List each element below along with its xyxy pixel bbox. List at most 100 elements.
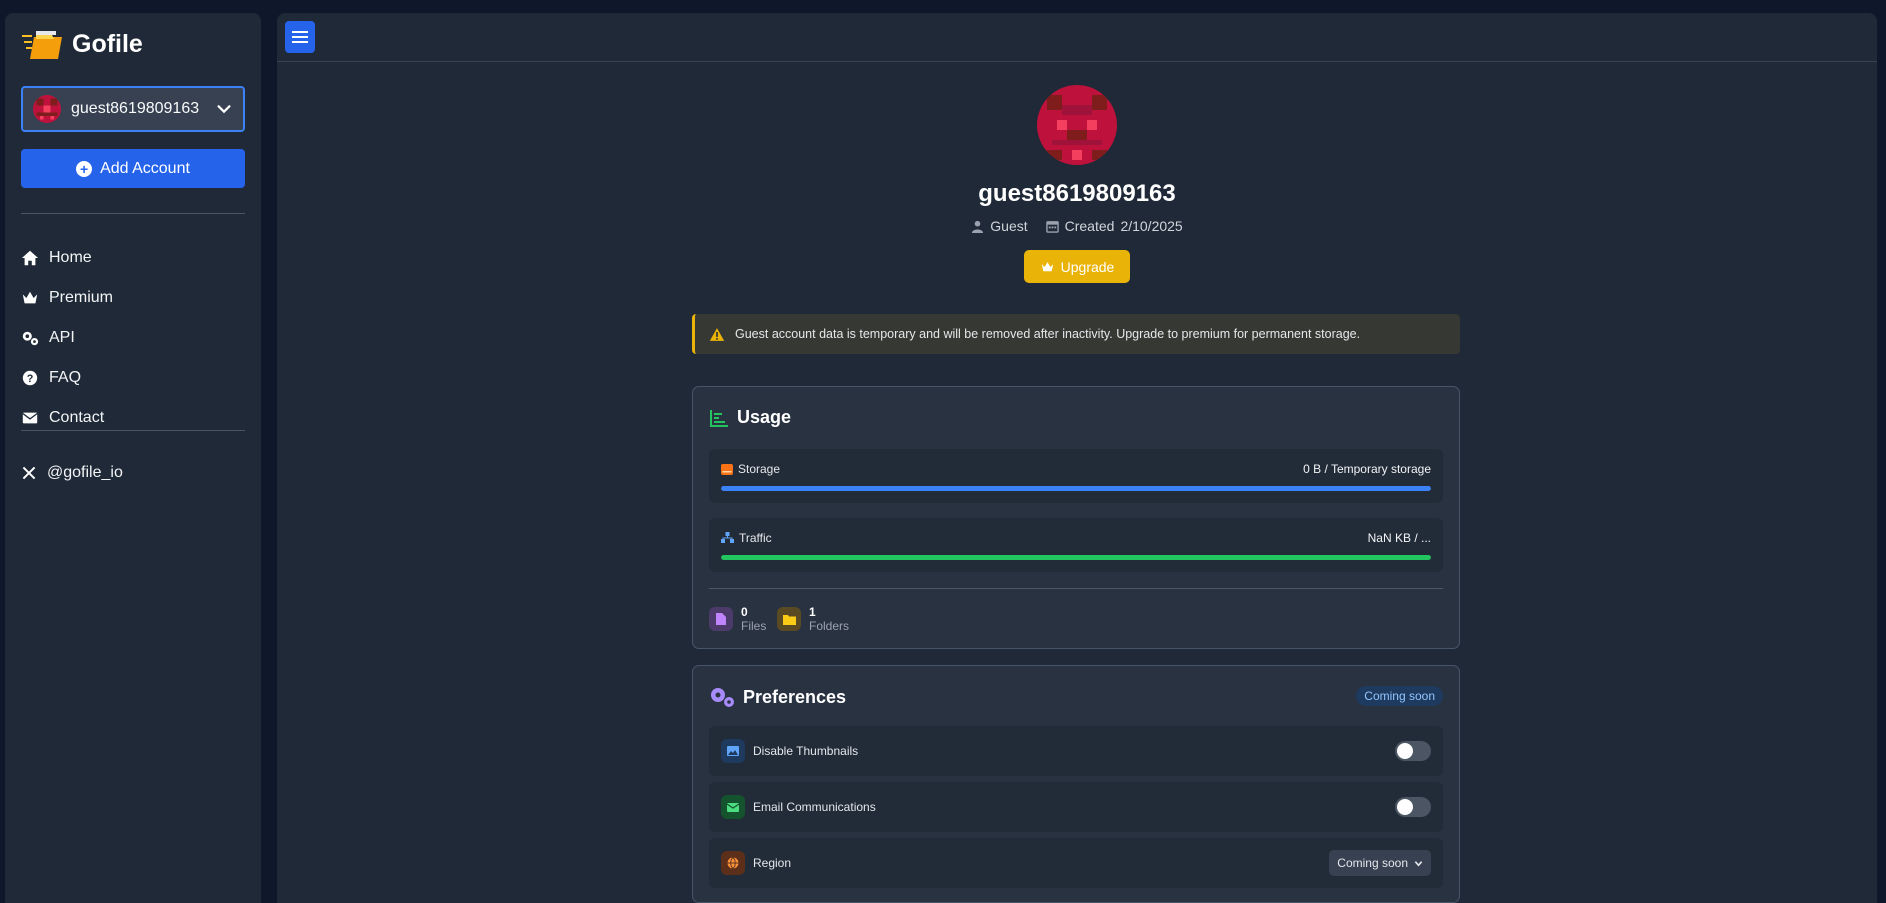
sidebar-item-twitter[interactable]: @gofile_io [21, 453, 245, 493]
traffic-label: Traffic [721, 531, 772, 545]
created-date: 2/10/2025 [1120, 218, 1183, 234]
folders-label: Folders [809, 619, 850, 633]
hard-drive-icon [721, 463, 733, 475]
sidebar-divider [21, 213, 245, 214]
storage-label: Storage [721, 462, 780, 476]
toggle-knob [1397, 799, 1413, 815]
profile-meta: Guest Created 2/10/2025 [277, 218, 1877, 234]
hamburger-icon [292, 31, 308, 43]
plus-circle-icon: + [76, 160, 93, 177]
traffic-label-text: Traffic [739, 531, 772, 545]
upgrade-button[interactable]: Upgrade [1024, 250, 1130, 283]
usage-title-text: Usage [737, 407, 792, 427]
sidebar-nav: Home Premium API ? FAQ Contact [21, 238, 245, 438]
user-icon [972, 220, 984, 233]
crown-icon [1041, 261, 1053, 271]
storage-row: Storage 0 B / Temporary storage [709, 449, 1443, 503]
preferences-title-text: Preferences [743, 686, 847, 707]
sidebar-item-faq[interactable]: ? FAQ [21, 358, 245, 398]
pref-label-text: Disable Thumbnails [753, 744, 859, 758]
profile-role: Guest [990, 218, 1028, 234]
main-panel: guest8619809163 Guest Created 2/10/2025 … [277, 13, 1877, 903]
gears-icon [711, 688, 734, 707]
files-count: 0 [741, 605, 748, 619]
region-select-value: Coming soon [1337, 856, 1408, 870]
account-select[interactable]: guest8619809163 [21, 86, 245, 132]
sidebar-item-label: API [49, 329, 75, 346]
storage-progress-bar [721, 486, 1431, 491]
envelope-icon [22, 412, 38, 424]
account-name: guest8619809163 [71, 100, 200, 117]
usage-divider [709, 588, 1443, 589]
sidebar-item-api[interactable]: API [21, 318, 245, 358]
menu-toggle-button[interactable] [285, 21, 315, 53]
sidebar-item-home[interactable]: Home [21, 238, 245, 278]
chevron-down-icon [217, 105, 231, 114]
calendar-icon [1045, 220, 1059, 233]
sidebar-item-contact[interactable]: Contact [21, 398, 245, 438]
chart-bar-icon [710, 409, 728, 427]
social-label: @gofile_io [47, 464, 123, 481]
folders-count: 1 [809, 605, 816, 619]
gears-icon [22, 331, 39, 346]
storage-value: 0 B / Temporary storage [1303, 462, 1431, 476]
gofile-logo-icon [22, 27, 64, 61]
coming-soon-badge: Coming soon [1356, 686, 1443, 706]
pref-row-disable-thumbnails: Disable Thumbnails [709, 726, 1443, 776]
envelope-icon [721, 795, 745, 819]
usage-title: Usage [709, 407, 791, 428]
sidebar-item-label: Premium [49, 289, 114, 306]
sidebar-item-premium[interactable]: Premium [21, 278, 245, 318]
pref-label-text: Email Communications [753, 800, 876, 814]
profile-username: guest8619809163 [978, 180, 1176, 207]
guest-warning-alert: Guest account data is temporary and will… [692, 314, 1460, 354]
sidebar-item-label: Contact [49, 409, 105, 426]
disable-thumbnails-toggle[interactable] [1395, 741, 1431, 761]
created-label: Created [1064, 218, 1115, 234]
sidebar-item-label: FAQ [49, 369, 82, 386]
files-stat: 0 Files [709, 605, 766, 633]
add-account-label: Add Account [100, 159, 190, 177]
account-avatar [33, 95, 61, 123]
home-icon [21, 250, 39, 266]
chevron-down-icon [1414, 860, 1423, 867]
traffic-progress-fill [721, 555, 1431, 560]
pref-label-text: Region [753, 856, 792, 870]
image-icon [721, 739, 745, 763]
question-icon: ? [22, 370, 38, 386]
logo[interactable]: Gofile [22, 27, 143, 61]
profile-avatar [1037, 85, 1117, 165]
crown-icon [22, 291, 38, 304]
traffic-value: NaN KB / ... [1367, 531, 1431, 545]
traffic-progress-bar [721, 555, 1431, 560]
add-account-button[interactable]: + Add Account [21, 149, 245, 188]
sidebar: Gofile guest8619809163 + Add Account Hom… [5, 13, 261, 903]
storage-label-text: Storage [738, 462, 781, 476]
preferences-card: Preferences Coming soon Disable Thumbnai… [692, 665, 1460, 903]
pref-row-region: Region Coming soon [709, 838, 1443, 888]
pref-row-email-communications: Email Communications [709, 782, 1443, 832]
traffic-row: Traffic NaN KB / ... [709, 518, 1443, 572]
storage-progress-fill [721, 486, 1431, 491]
globe-icon [721, 851, 745, 875]
pref-label: Email Communications [721, 795, 876, 819]
x-icon [22, 466, 36, 480]
region-select[interactable]: Coming soon [1329, 850, 1431, 876]
preferences-title: Preferences [709, 686, 846, 708]
folders-stat: 1 Folders [777, 605, 849, 633]
upgrade-label: Upgrade [1060, 258, 1115, 275]
topbar [277, 13, 1877, 62]
sidebar-item-label: Home [49, 249, 92, 266]
alert-text: Guest account data is temporary and will… [735, 327, 1361, 341]
svg-text:?: ? [27, 373, 34, 385]
toggle-knob [1397, 743, 1413, 759]
pref-label: Disable Thumbnails [721, 739, 858, 763]
folder-icon [777, 607, 801, 631]
email-communications-toggle[interactable] [1395, 797, 1431, 817]
file-icon [709, 607, 733, 631]
usage-card: Usage Storage 0 B / Temporary storage Tr… [692, 386, 1460, 649]
brand-name: Gofile [72, 29, 143, 58]
network-icon [721, 532, 734, 543]
warning-icon [709, 327, 725, 341]
pref-label: Region [721, 851, 791, 875]
